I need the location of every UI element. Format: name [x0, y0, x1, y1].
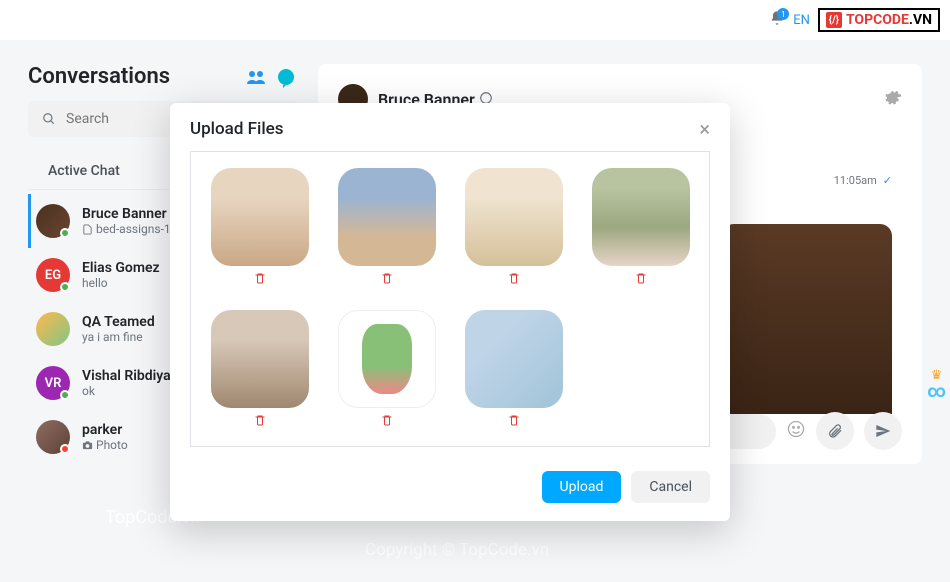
upload-thumb	[334, 310, 439, 430]
upload-thumb	[334, 168, 439, 288]
trash-icon[interactable]	[254, 272, 266, 288]
thumb-image[interactable]	[465, 310, 563, 408]
upload-thumb	[207, 310, 312, 430]
trash-icon[interactable]	[381, 414, 393, 430]
trash-icon[interactable]	[508, 414, 520, 430]
thumb-image[interactable]	[211, 168, 309, 266]
thumb-image[interactable]	[592, 168, 690, 266]
thumb-image[interactable]	[465, 168, 563, 266]
thumb-image[interactable]	[211, 310, 309, 408]
trash-icon[interactable]	[254, 414, 266, 430]
trash-icon[interactable]	[635, 272, 647, 288]
upload-thumb	[207, 168, 312, 288]
upload-modal: Upload Files × Upload Cancel	[170, 103, 730, 521]
trash-icon[interactable]	[381, 272, 393, 288]
upload-thumb	[461, 168, 566, 288]
thumb-image[interactable]	[338, 168, 436, 266]
upload-button[interactable]: Upload	[542, 471, 622, 503]
upload-thumb	[588, 168, 693, 288]
upload-thumb	[461, 310, 566, 430]
thumb-image[interactable]	[338, 310, 436, 408]
close-icon[interactable]: ×	[699, 117, 710, 141]
cancel-button[interactable]: Cancel	[631, 471, 710, 503]
trash-icon[interactable]	[508, 272, 520, 288]
modal-title: Upload Files	[190, 119, 284, 139]
